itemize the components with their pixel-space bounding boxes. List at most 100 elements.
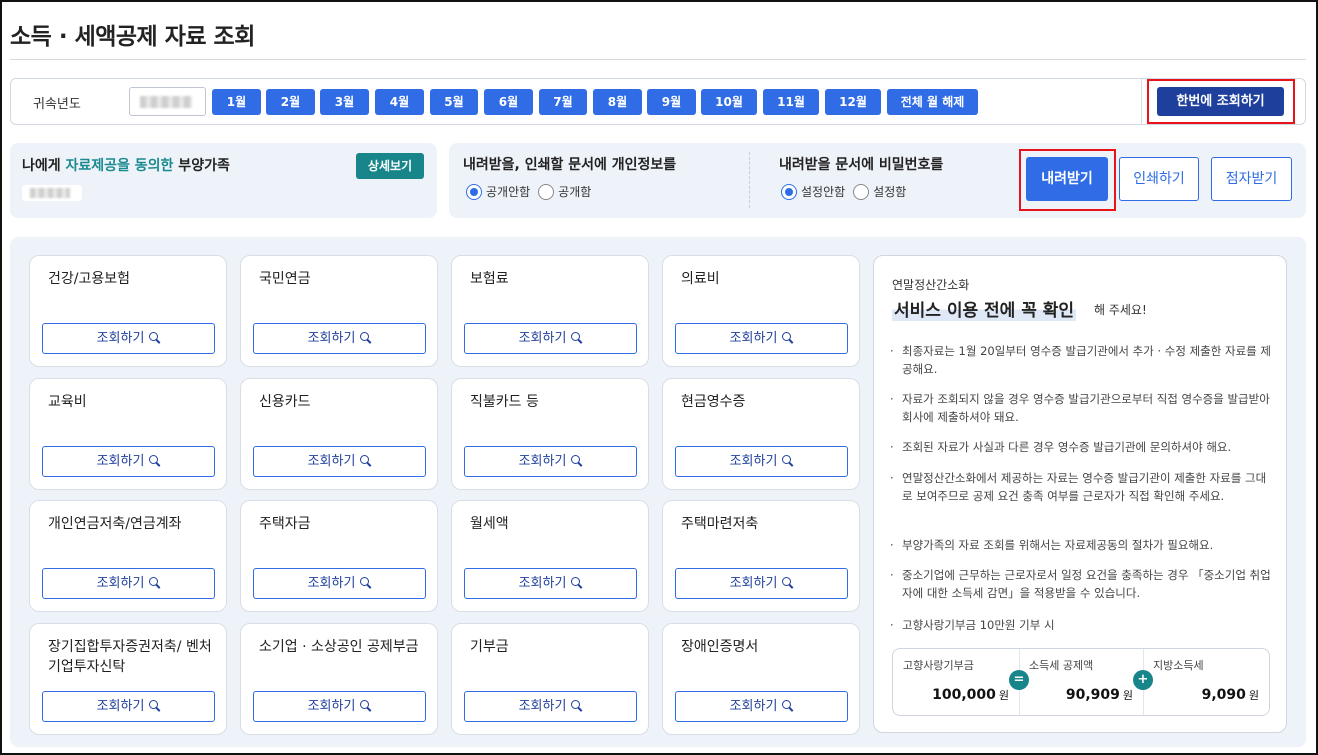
month-button-10[interactable]: 10월 bbox=[701, 89, 757, 115]
notice-headline: 서비스 이용 전에 꼭 확인 bbox=[892, 296, 1077, 321]
notice-subtitle: 연말정산간소화 bbox=[892, 278, 970, 292]
lookup-button[interactable]: 조회하기 bbox=[675, 446, 848, 477]
notice-item: 중소기업에 근무하는 근로자로서 일정 요건을 충족하는 경우 「중소기업 취업… bbox=[888, 566, 1274, 602]
search-icon bbox=[782, 455, 793, 466]
notice-item: 조회된 자료가 사실과 다른 경우 영수증 발급기관에 문의하셔야 해요. bbox=[888, 438, 1274, 456]
deduction-card: 장기집합투자증권저축/ 벤처기업투자신탁 조회하기 bbox=[29, 623, 227, 735]
radio-personal-hide[interactable] bbox=[466, 183, 482, 200]
notice-item: 최종자료는 1월 20일부터 영수증 발급기관에서 추가 · 수정 제출한 자료… bbox=[888, 342, 1274, 378]
month-button-11[interactable]: 11월 bbox=[763, 89, 819, 115]
notice-item: 고향사랑기부금 10만원 기부 시 bbox=[888, 616, 1274, 634]
password-radio-group: 설정안함 설정함 bbox=[781, 183, 906, 200]
lookup-button[interactable]: 조회하기 bbox=[42, 691, 215, 722]
calc-value-income-tax: 90,909 원 bbox=[1066, 687, 1133, 703]
calc-unit: 원 bbox=[1122, 689, 1133, 702]
lookup-button[interactable]: 조회하기 bbox=[464, 446, 637, 477]
dependents-title-highlight: 자료제공을 동의한 bbox=[65, 158, 174, 174]
lookup-button[interactable]: 조회하기 bbox=[464, 568, 637, 599]
calc-unit: 원 bbox=[998, 689, 1009, 702]
lookup-button[interactable]: 조회하기 bbox=[675, 691, 848, 722]
lookup-button-label: 조회하기 bbox=[307, 331, 356, 346]
month-button-2[interactable]: 2월 bbox=[266, 89, 315, 115]
deduction-card: 월세액조회하기 bbox=[451, 500, 649, 612]
radio-personal-show-label: 공개함 bbox=[558, 185, 592, 199]
lookup-button[interactable]: 조회하기 bbox=[253, 568, 426, 599]
lookup-button[interactable]: 조회하기 bbox=[42, 446, 215, 477]
deduction-card: 소기업 · 소상공인 공제부금 조회하기 bbox=[240, 623, 438, 735]
lookup-button[interactable]: 조회하기 bbox=[675, 323, 848, 354]
calc-value-income-tax-number: 90,909 bbox=[1065, 687, 1120, 703]
lookup-button[interactable]: 조회하기 bbox=[42, 323, 215, 354]
equals-icon: = bbox=[1009, 670, 1029, 690]
search-icon bbox=[571, 455, 582, 466]
lookup-button-label: 조회하기 bbox=[307, 699, 356, 714]
calc-col-donation: 고향사랑기부금 100,000 원 bbox=[893, 649, 1019, 715]
personal-info-radio-group: 공개안함 공개함 bbox=[466, 183, 591, 200]
deduction-card-title: 주택마련저축 bbox=[681, 516, 759, 532]
lookup-button[interactable]: 조회하기 bbox=[464, 691, 637, 722]
month-button-6[interactable]: 6월 bbox=[484, 89, 533, 115]
month-button-8[interactable]: 8월 bbox=[593, 89, 642, 115]
e-receive-button[interactable]: 점자받기 bbox=[1211, 157, 1292, 201]
year-value-redacted bbox=[140, 96, 192, 108]
month-button-12[interactable]: 12월 bbox=[825, 89, 881, 115]
deduction-card-title: 국민연금 bbox=[259, 271, 311, 287]
calc-value-local-tax-number: 9,090 bbox=[1201, 687, 1246, 703]
radio-password-none-label: 설정안함 bbox=[801, 185, 846, 199]
search-icon bbox=[571, 332, 582, 343]
search-icon bbox=[782, 332, 793, 343]
calc-col-income-tax: 소득세 공제액 90,909 원 bbox=[1019, 649, 1143, 715]
search-icon bbox=[149, 700, 160, 711]
deduction-card: 현금영수증 조회하기 bbox=[662, 378, 860, 490]
month-button-4[interactable]: 4월 bbox=[375, 89, 424, 115]
year-bar-divider bbox=[1141, 79, 1142, 124]
search-icon bbox=[782, 700, 793, 711]
options-divider bbox=[749, 152, 750, 208]
lookup-all-button[interactable]: 한번에 조회하기 bbox=[1157, 87, 1284, 116]
calc-value-local-tax: 9,090 원 bbox=[1202, 687, 1259, 703]
calc-unit: 원 bbox=[1248, 689, 1259, 702]
deduction-card-title: 월세액 bbox=[470, 516, 509, 532]
lookup-button[interactable]: 조회하기 bbox=[253, 691, 426, 722]
lookup-button[interactable]: 조회하기 bbox=[253, 323, 426, 354]
deduction-card: 교육비 조회하기 bbox=[29, 378, 227, 490]
password-title: 내려받을 문서에 비밀번호를 bbox=[779, 157, 944, 173]
year-select[interactable] bbox=[129, 87, 206, 116]
notice-item: 부양가족의 자료 조회를 위해서는 자료제공동의 절차가 필요해요. bbox=[888, 536, 1274, 554]
print-button[interactable]: 인쇄하기 bbox=[1119, 157, 1199, 201]
search-icon bbox=[360, 577, 371, 588]
calc-label-local-tax: 지방소득세 bbox=[1153, 659, 1204, 672]
lookup-button[interactable]: 조회하기 bbox=[675, 568, 848, 599]
page-title: 소득 · 세액공제 자료 조회 bbox=[10, 24, 255, 50]
donation-calculation-table: 고향사랑기부금 100,000 원 소득세 공제액 90,909 원 지방소득세 9… bbox=[892, 648, 1270, 716]
year-selector-bar: 귀속년도 1월 2월 3월 4월 5월 6월 7월 8월 9월 10월 11월 … bbox=[10, 78, 1306, 125]
lookup-button-label: 조회하기 bbox=[518, 331, 567, 346]
dependents-detail-button[interactable]: 상세보기 bbox=[356, 153, 424, 179]
deduction-card-title: 주택자금 bbox=[259, 516, 311, 532]
deduction-card: 개인연금저축/연금계좌 조회하기 bbox=[29, 500, 227, 612]
radio-password-set[interactable] bbox=[853, 183, 870, 200]
month-button-7[interactable]: 7월 bbox=[539, 89, 587, 115]
month-button-5[interactable]: 5월 bbox=[430, 89, 478, 115]
lookup-button[interactable]: 조회하기 bbox=[42, 568, 215, 599]
title-divider bbox=[10, 59, 1306, 60]
month-button-1[interactable]: 1월 bbox=[212, 89, 261, 115]
deduction-card: 의료비 조회하기 bbox=[662, 255, 860, 367]
deduction-card: 국민연금조회하기 bbox=[240, 255, 438, 367]
deduction-card-title: 건강/고용보험 bbox=[48, 271, 130, 287]
lookup-button[interactable]: 조회하기 bbox=[253, 446, 426, 477]
notice-item: 연말정산간소화에서 제공하는 자료는 영수증 발급기관이 제출한 자료를 그대로… bbox=[888, 469, 1274, 505]
deduction-card: 보험료 조회하기 bbox=[451, 255, 649, 367]
month-button-9[interactable]: 9월 bbox=[647, 89, 696, 115]
deduction-card: 신용카드 조회하기 bbox=[240, 378, 438, 490]
search-icon bbox=[360, 700, 371, 711]
clear-all-months-button[interactable]: 전체 월 해제 bbox=[887, 89, 978, 115]
radio-password-none[interactable] bbox=[781, 183, 797, 200]
radio-personal-show[interactable] bbox=[538, 183, 555, 200]
lookup-button[interactable]: 조회하기 bbox=[464, 323, 637, 354]
month-button-3[interactable]: 3월 bbox=[320, 89, 369, 115]
dependent-name-redacted bbox=[22, 185, 82, 201]
deduction-card-title: 장애인증명서 bbox=[681, 639, 759, 655]
download-button[interactable]: 내려받기 bbox=[1026, 157, 1108, 201]
lookup-button-label: 조회하기 bbox=[729, 454, 778, 469]
